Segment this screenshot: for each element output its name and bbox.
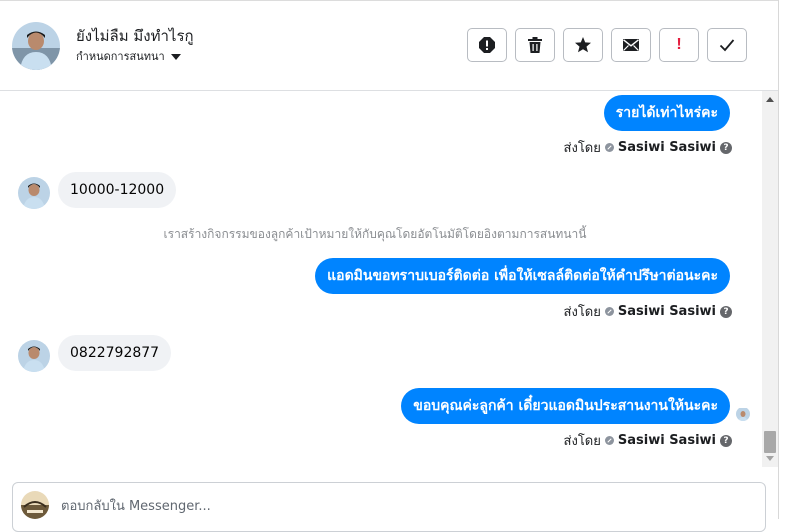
outgoing-message[interactable]: รายได้เท่าไหร่คะ <box>603 95 730 131</box>
sent-by-row: ส่งโดย Sasiwi Sasiwi ? <box>564 137 732 158</box>
follow-up-button[interactable]: ! <box>659 28 699 62</box>
sent-by-row: ส่งโดย Sasiwi Sasiwi ? <box>564 301 732 322</box>
conversation-actions: ! <box>467 28 747 62</box>
envelope-icon <box>623 39 639 51</box>
incoming-message[interactable]: 0822792877 <box>58 335 172 371</box>
reply-composer <box>12 482 766 532</box>
scroll-thumb[interactable] <box>764 431 776 453</box>
sent-by-label: ส่งโดย <box>563 305 601 320</box>
star-icon <box>575 37 591 53</box>
seen-avatar <box>736 407 750 421</box>
sent-check-icon <box>604 143 614 152</box>
alert-circle-icon <box>479 37 495 53</box>
scroll-down-arrow-icon[interactable] <box>766 456 774 461</box>
sender-name: Sasiwi Sasiwi <box>617 433 716 448</box>
exclamation-icon: ! <box>676 36 682 53</box>
outgoing-message[interactable]: แอดมินขอทราบเบอร์ติดต่อ เพื่อให้เซลล์ติด… <box>315 258 730 294</box>
mark-spam-button[interactable] <box>467 28 507 62</box>
sender-name: Sasiwi Sasiwi <box>617 304 716 319</box>
mark-unread-button[interactable] <box>611 28 651 62</box>
caret-down-icon <box>170 53 181 60</box>
incoming-message[interactable]: 10000-12000 <box>58 172 177 208</box>
sent-by-label: ส่งโดย <box>563 141 601 156</box>
system-notice: เราสร้างกิจกรรมของลูกค้าเป้าหมายให้กับคุ… <box>163 227 587 241</box>
help-icon[interactable]: ? <box>720 141 732 154</box>
contact-avatar-small[interactable] <box>18 177 50 209</box>
reply-input[interactable] <box>61 496 661 516</box>
outgoing-message[interactable]: ขอบคุณค่ะลูกค้า เดี๋ยวแอดมินประสานงานให้… <box>401 388 730 424</box>
sent-by-row: ส่งโดย Sasiwi Sasiwi ? <box>564 430 732 451</box>
checkmark-icon <box>719 39 735 52</box>
contact-avatar[interactable] <box>12 22 60 70</box>
help-icon[interactable]: ? <box>720 434 732 447</box>
message-thread: รายได้เท่าไหร่คะ ส่งโดย Sasiwi Sasiwi ? … <box>0 91 762 471</box>
star-button[interactable] <box>563 28 603 62</box>
conversation-settings-label: กำหนดการสนทนา <box>76 50 165 63</box>
contact-name: ยังไม่ลืม มึงทำไรกู <box>76 27 194 45</box>
sender-name: Sasiwi Sasiwi <box>617 140 716 155</box>
mark-done-button[interactable] <box>707 28 747 62</box>
window-right-edge <box>778 0 779 519</box>
contact-avatar-small[interactable] <box>18 340 50 372</box>
page-avatar <box>21 491 49 519</box>
delete-button[interactable] <box>515 28 555 62</box>
sent-by-label: ส่งโดย <box>563 434 601 449</box>
sent-check-icon <box>604 436 614 445</box>
help-icon[interactable]: ? <box>720 305 732 318</box>
trash-icon <box>528 37 542 53</box>
conversation-header: ยังไม่ลืม มึงทำไรกู กำหนดการสนทนา ! <box>0 0 778 91</box>
conversation-settings-dropdown[interactable]: กำหนดการสนทนา <box>76 47 181 65</box>
scroll-up-arrow-icon[interactable] <box>766 97 774 102</box>
thread-scrollbar[interactable] <box>762 91 778 467</box>
sent-check-icon <box>604 307 614 316</box>
